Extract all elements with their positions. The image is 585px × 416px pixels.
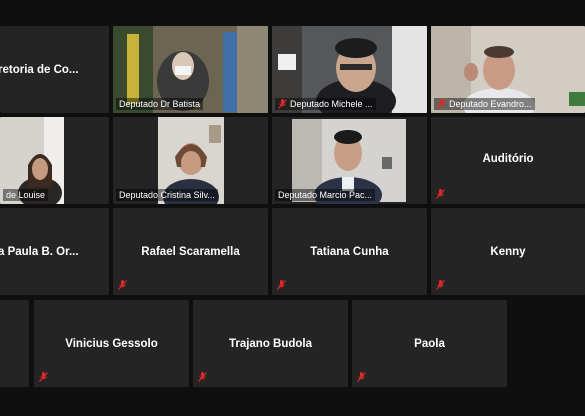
- microphone-muted-icon: [277, 280, 286, 290]
- microphone-muted-icon: [436, 189, 445, 199]
- microphone-muted-icon: [39, 372, 48, 382]
- participant-label: Deputado Michele ...: [275, 98, 376, 110]
- microphone-muted-icon: [436, 280, 445, 290]
- participant-name: Auditório: [482, 152, 534, 165]
- participant-name: Paola: [414, 337, 445, 350]
- participant-name: Deputado Michele ...: [290, 99, 373, 109]
- participant-name: Deputado Dr Batista: [119, 99, 201, 109]
- participant-name: Deputado Marcio Pac...: [278, 190, 373, 200]
- participant-tile[interactable]: Deputado Michele ...: [272, 26, 427, 113]
- participant-name: Tatiana Cunha: [310, 245, 389, 258]
- participant-tile[interactable]: Auditório: [431, 117, 585, 204]
- participant-tile[interactable]: retoria de Co...: [0, 26, 109, 113]
- video-gallery: retoria de Co... Deputado Dr Batista Dep…: [0, 0, 585, 416]
- participant-tile[interactable]: Vinicius Gessolo: [34, 300, 189, 387]
- participant-label: de Louise: [3, 189, 49, 201]
- participant-label: Deputado Marcio Pac...: [275, 189, 376, 201]
- participant-label: Deputado Cristina Silv...: [116, 189, 218, 201]
- microphone-muted-icon: [278, 99, 287, 109]
- participant-tile-active-speaker[interactable]: Deputado Marcio Pac...: [272, 117, 427, 204]
- microphone-muted-icon: [118, 280, 127, 290]
- participant-tile[interactable]: Deputado Evandro...: [431, 26, 585, 113]
- participant-tile[interactable]: Deputado Cristina Silv...: [113, 117, 268, 204]
- participant-name: a Paula B. Or...: [0, 245, 79, 258]
- microphone-muted-icon: [198, 372, 207, 382]
- participant-tile[interactable]: Paola: [352, 300, 507, 387]
- participant-name: Trajano Budola: [228, 337, 313, 350]
- microphone-muted-icon: [357, 372, 366, 382]
- participant-name: Deputado Evandro...: [449, 99, 532, 109]
- participant-name: Kenny: [490, 245, 526, 258]
- participant-tile[interactable]: Deputado Dr Batista: [113, 26, 268, 113]
- participant-label: Deputado Evandro...: [434, 98, 535, 110]
- participant-tile[interactable]: Tatiana Cunha: [272, 208, 427, 295]
- participant-name: Rafael Scaramella: [141, 245, 240, 258]
- participant-tile[interactable]: de Louise: [0, 117, 109, 204]
- participant-name: de Louise: [6, 190, 46, 200]
- participant-name: retoria de Co...: [0, 63, 79, 76]
- participant-name: Deputado Cristina Silv...: [119, 190, 215, 200]
- participant-tile[interactable]: [0, 300, 29, 387]
- participant-tile[interactable]: Rafael Scaramella: [113, 208, 268, 295]
- participant-label: Deputado Dr Batista: [116, 98, 204, 110]
- participant-name: Vinicius Gessolo: [65, 337, 158, 350]
- participant-tile[interactable]: a Paula B. Or...: [0, 208, 109, 295]
- microphone-muted-icon: [437, 99, 446, 109]
- participant-tile[interactable]: Trajano Budola: [193, 300, 348, 387]
- participant-tile[interactable]: Kenny: [431, 208, 585, 295]
